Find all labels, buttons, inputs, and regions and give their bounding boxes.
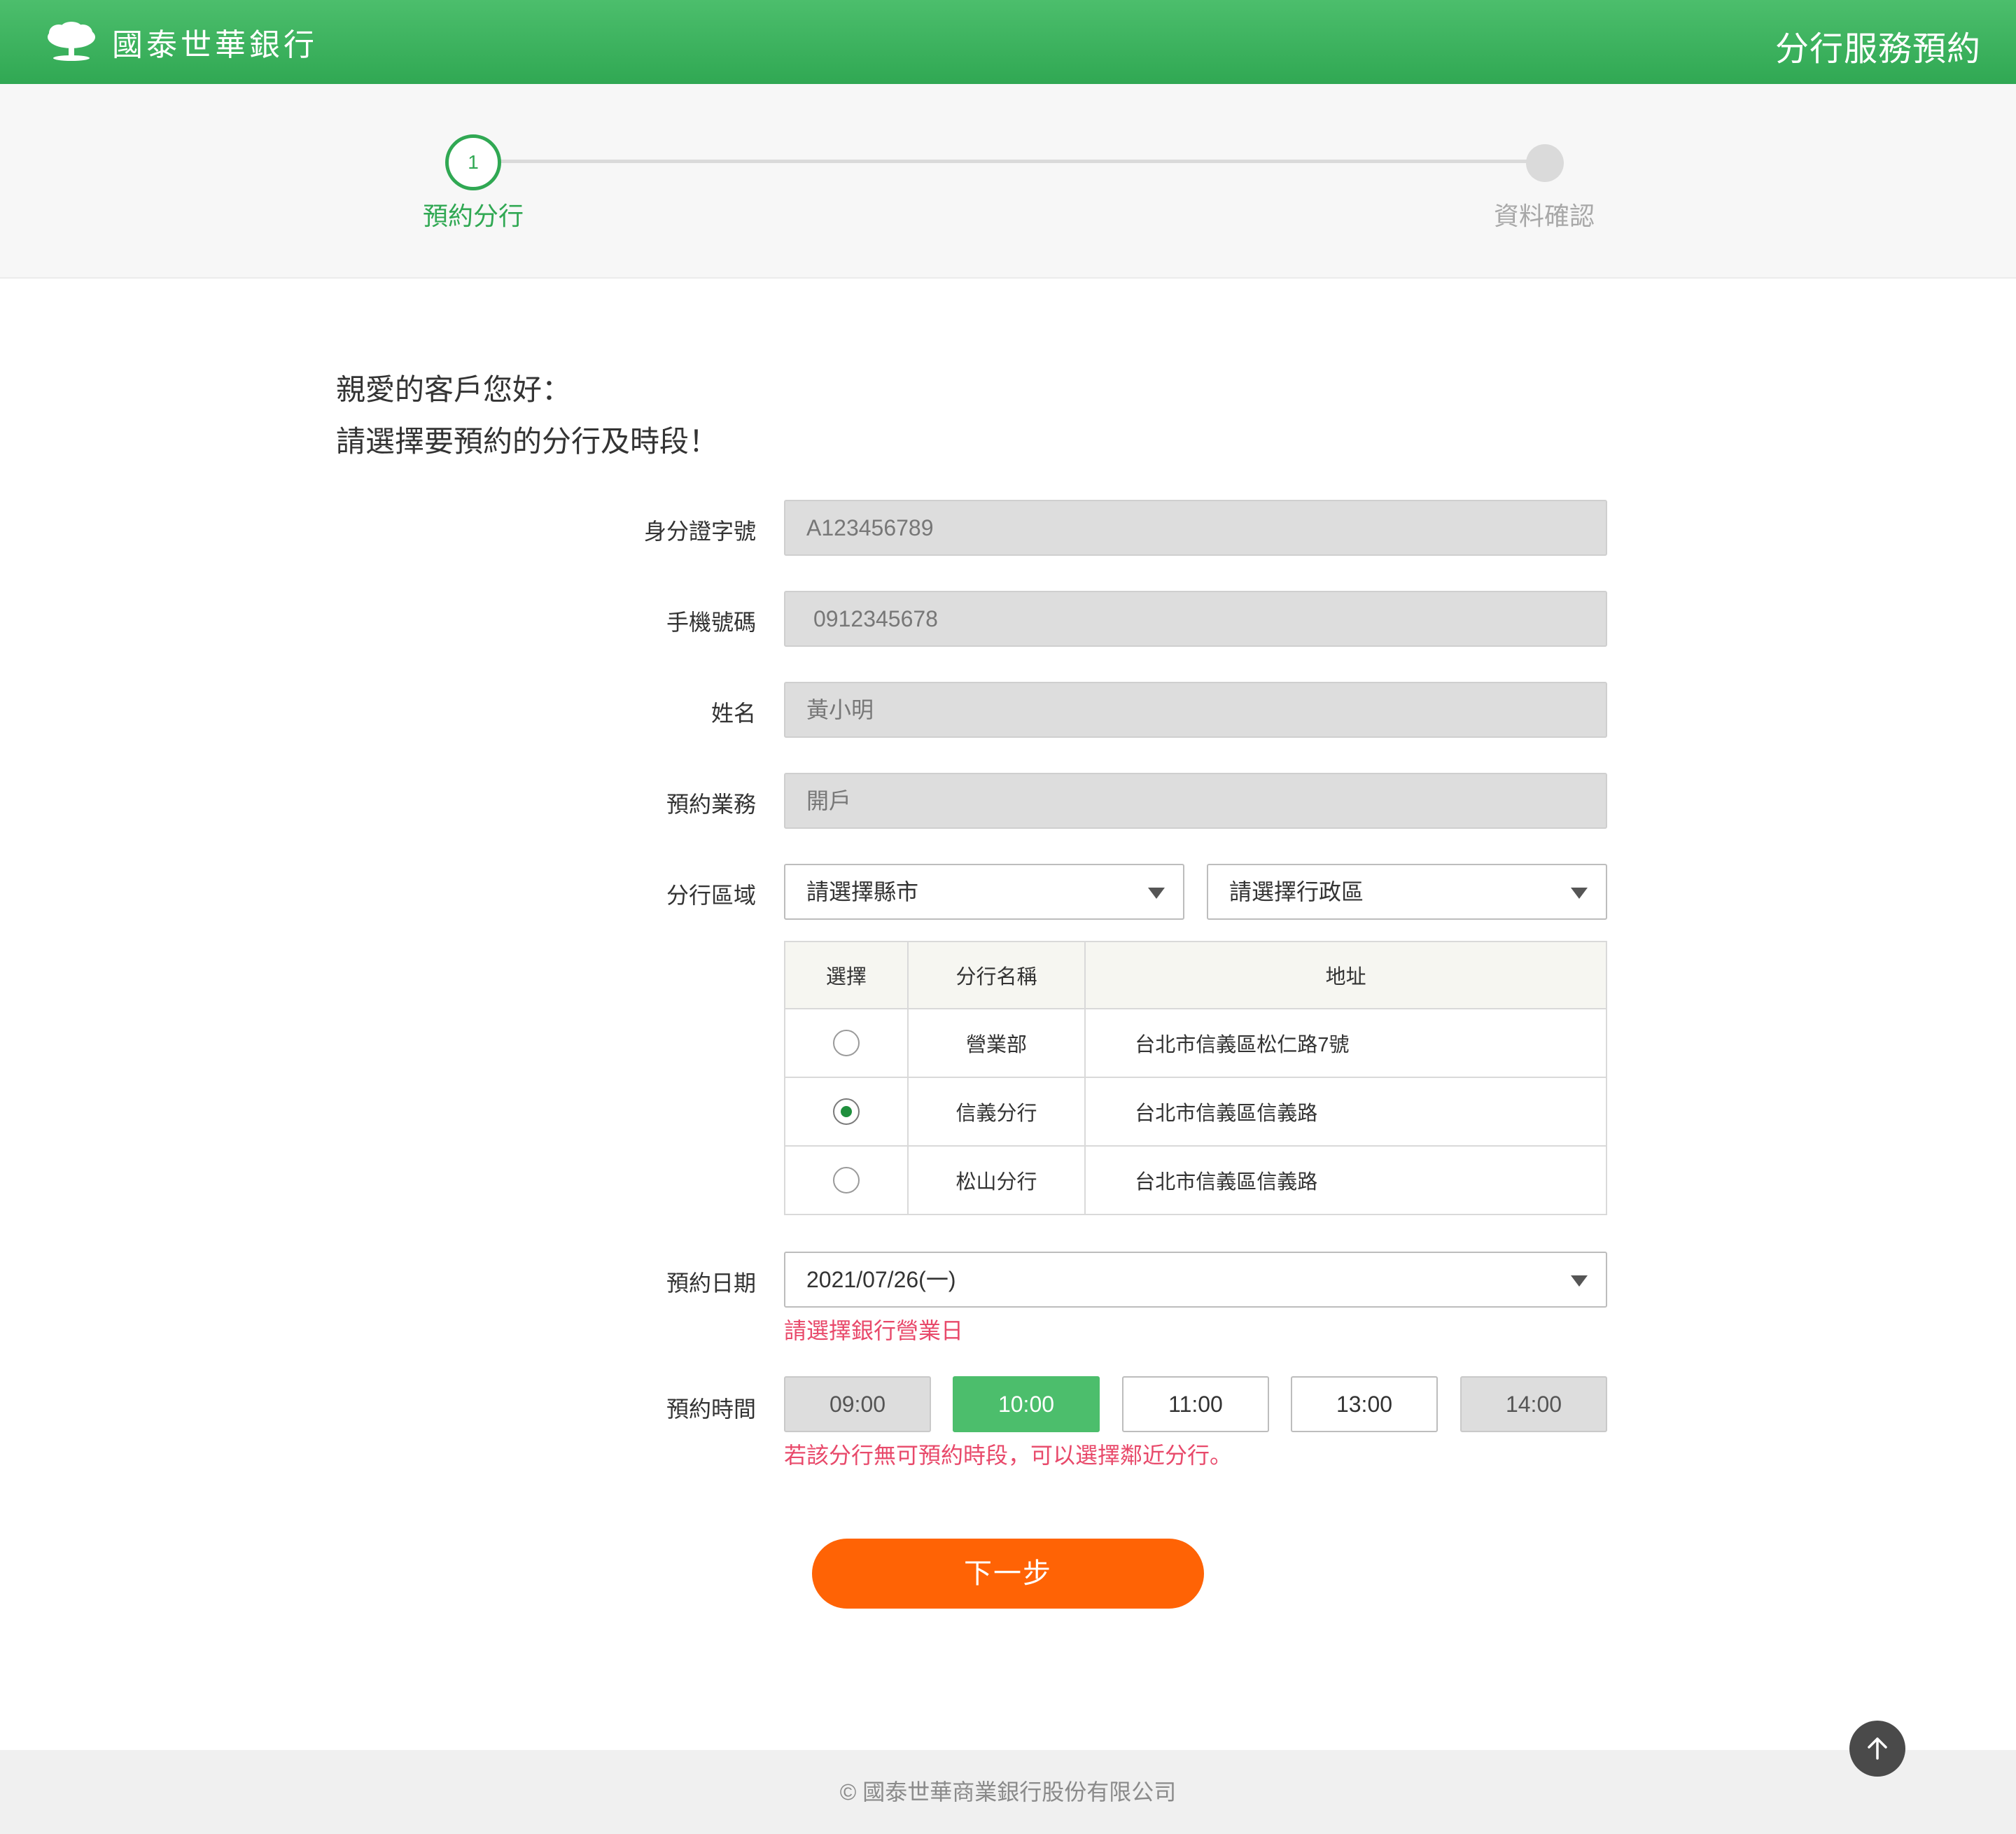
time-slot-1300[interactable]: 13:00 — [1291, 1376, 1438, 1432]
greeting-line1: 親愛的客戶您好： — [336, 373, 572, 406]
time-label: 預約時間 — [666, 1396, 756, 1422]
step2-label: 資料確認 — [1493, 202, 1595, 230]
tree-icon — [48, 22, 95, 61]
branch-name-cell: 信義分行 — [906, 1077, 1086, 1147]
branch-radio-selected[interactable] — [832, 1098, 860, 1125]
time-slot-1100[interactable]: 11:00 — [1122, 1376, 1269, 1432]
table-header-row: 選擇 分行名稱 地址 — [784, 941, 1607, 1009]
chevron-down-icon — [1571, 1275, 1588, 1287]
logo-text: 國泰世華銀行 — [112, 28, 318, 62]
page-title: 分行服務預約 — [1774, 31, 1981, 68]
step2-indicator — [1526, 144, 1564, 182]
footer: © 國泰世華商業銀行股份有限公司 — [0, 1750, 2016, 1834]
id-label: 身分證字號 — [643, 519, 756, 544]
city-select-text: 請選擇縣市 — [806, 879, 919, 904]
next-step-button[interactable]: 下一步 — [812, 1539, 1204, 1609]
time-hint: 若該分行無可預約時段，可以選擇鄰近分行。 — [784, 1443, 1233, 1468]
step1-indicator: 1 — [445, 134, 501, 190]
branch-name-cell: 松山分行 — [906, 1145, 1086, 1215]
branch-radio[interactable] — [832, 1030, 860, 1056]
top-header: 國泰世華銀行 分行服務預約 — [0, 0, 2016, 84]
date-select[interactable]: 2021/07/26(一) — [784, 1252, 1607, 1308]
radio-cell — [784, 1008, 909, 1078]
greeting-text: 親愛的客戶您好： 請選擇要預約的分行及時段！ — [336, 364, 718, 468]
bank-logo[interactable]: 國泰世華銀行 — [45, 20, 318, 64]
step1-label: 預約分行 — [422, 202, 524, 230]
progress-stepper: 1 預約分行 資料確認 — [0, 84, 2016, 279]
table-row[interactable]: 營業部 台北市信義區松仁路7號 — [784, 1008, 1607, 1078]
chevron-down-icon — [1571, 888, 1588, 899]
name-label: 姓名 — [710, 701, 756, 726]
time-slot-0900[interactable]: 09:00 — [784, 1376, 931, 1432]
chevron-down-icon — [1148, 888, 1165, 899]
column-header-select: 選擇 — [784, 941, 909, 1009]
branch-name-cell: 營業部 — [906, 1008, 1086, 1078]
service-field[interactable]: 開戶 — [784, 773, 1607, 829]
branch-table: 選擇 分行名稱 地址 營業部 台北市信義區松仁路7號 信義分行 台北市信義區信義… — [784, 941, 1607, 1215]
region-label: 分行區域 — [666, 883, 756, 908]
time-slot-1000[interactable]: 10:00 — [953, 1376, 1100, 1432]
branch-address-cell: 台北市信義區松仁路7號 — [1084, 1008, 1607, 1078]
phone-field[interactable]: 0912345678 — [784, 591, 1607, 647]
branch-radio[interactable] — [832, 1167, 860, 1194]
name-field[interactable]: 黃小明 — [784, 682, 1607, 738]
copyright-text: © 國泰世華商業銀行股份有限公司 — [839, 1779, 1177, 1805]
date-hint: 請選擇銀行營業日 — [784, 1318, 964, 1343]
back-to-top-button[interactable] — [1849, 1721, 1905, 1777]
table-row[interactable]: 松山分行 台北市信義區信義路 — [784, 1145, 1607, 1215]
branch-address-cell: 台北市信義區信義路 — [1084, 1077, 1607, 1147]
phone-label: 手機號碼 — [666, 610, 756, 635]
district-select-text: 請選擇行政區 — [1229, 879, 1364, 904]
date-select-text: 2021/07/26(一) — [806, 1267, 956, 1292]
time-slot-1400[interactable]: 14:00 — [1460, 1376, 1607, 1432]
arrow-up-icon — [1868, 1737, 1887, 1760]
column-header-branch-name: 分行名稱 — [906, 941, 1086, 1009]
greeting-line2: 請選擇要預約的分行及時段！ — [336, 425, 719, 458]
radio-cell — [784, 1077, 909, 1147]
column-header-address: 地址 — [1084, 941, 1607, 1009]
service-label: 預約業務 — [666, 792, 756, 817]
date-label: 預約日期 — [666, 1270, 756, 1296]
table-row[interactable]: 信義分行 台北市信義區信義路 — [784, 1077, 1607, 1147]
branch-address-cell: 台北市信義區信義路 — [1084, 1145, 1607, 1215]
id-field[interactable]: A123456789 — [784, 500, 1607, 556]
district-select[interactable]: 請選擇行政區 — [1207, 864, 1607, 920]
radio-cell — [784, 1145, 909, 1215]
stepper-line — [473, 160, 1546, 163]
city-select[interactable]: 請選擇縣市 — [784, 864, 1184, 920]
